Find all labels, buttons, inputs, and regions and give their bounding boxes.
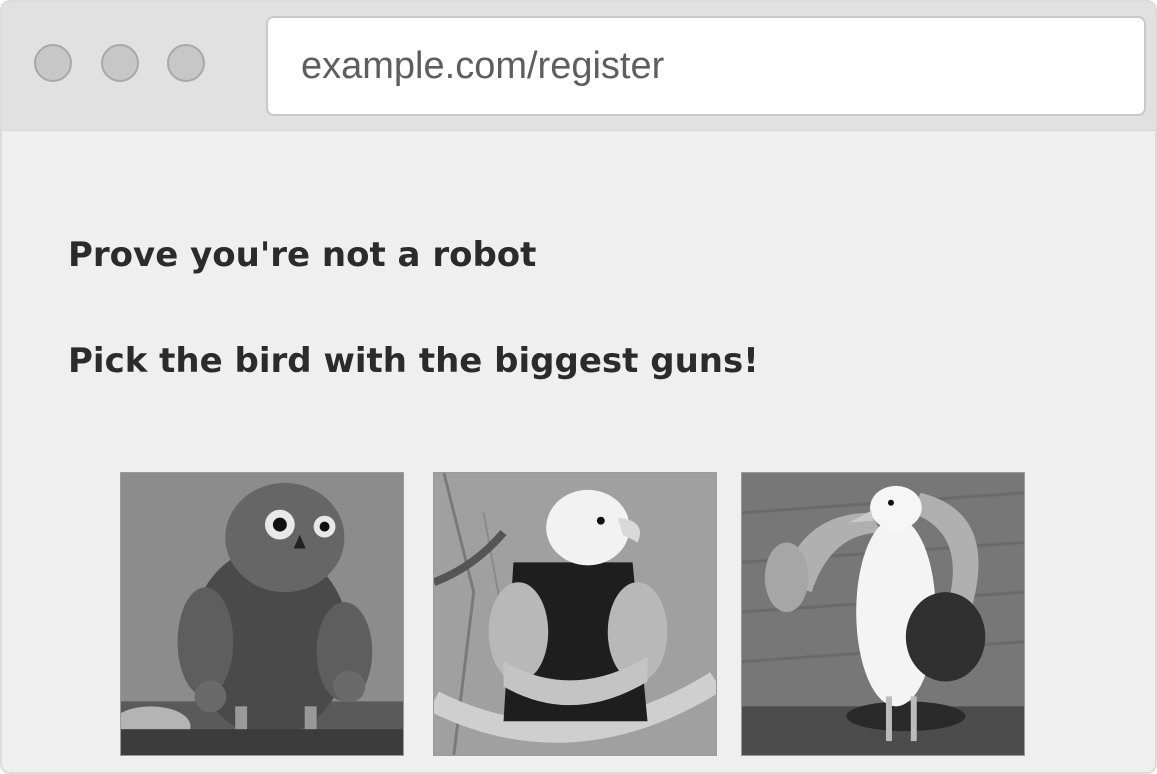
address-bar[interactable]: example.com/register [266,16,1146,116]
muscular-eagle-image [434,473,716,755]
captcha-instruction: Pick the bird with the biggest guns! [68,341,759,381]
minimize-window-button[interactable] [101,44,139,82]
muscular-seagull-image [742,473,1024,755]
captcha-option-owl[interactable] [120,472,404,756]
muscular-owl-image [121,473,403,755]
close-window-button[interactable] [34,44,72,82]
browser-window: example.com/register Prove you're not a … [0,0,1157,774]
captcha-option-eagle[interactable] [433,472,717,756]
captcha-title: Prove you're not a robot [68,235,537,275]
browser-toolbar: example.com/register [2,2,1155,131]
captcha-option-seagull[interactable] [741,472,1025,756]
maximize-window-button[interactable] [167,44,205,82]
page-content: Prove you're not a robot Pick the bird w… [2,131,1155,772]
